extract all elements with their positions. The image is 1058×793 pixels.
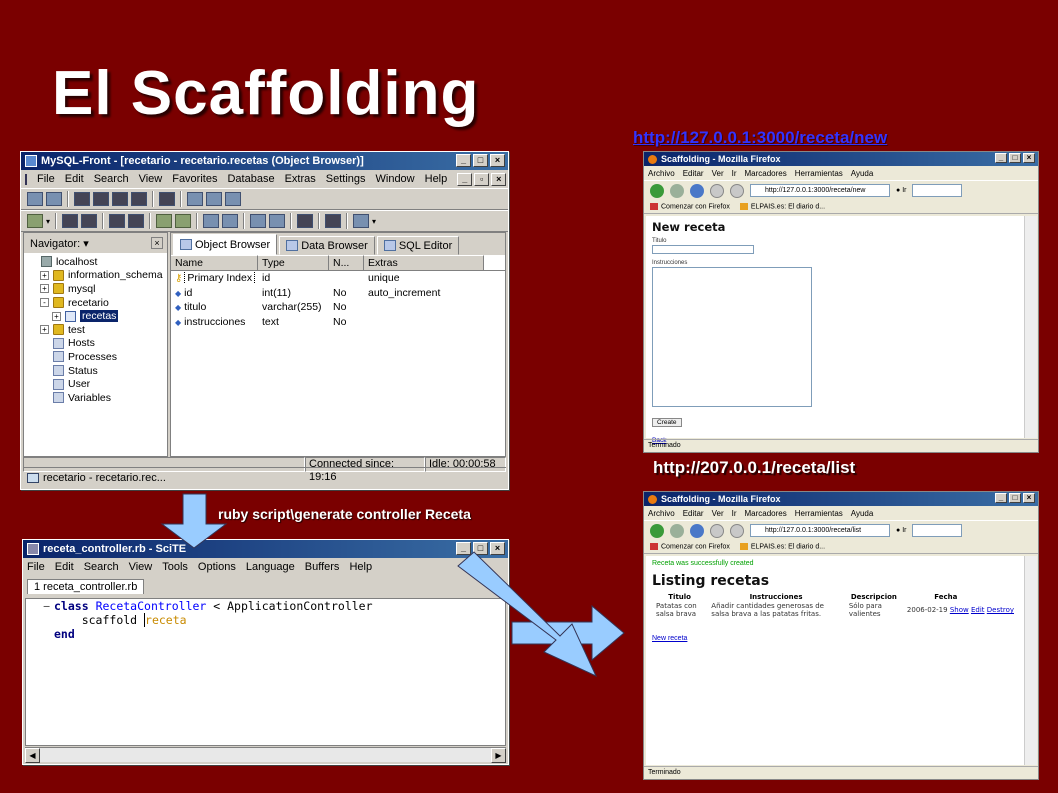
down-arrow: [160, 493, 228, 549]
diagonal-arrow: [457, 551, 598, 678]
arrows-overlay: [160, 493, 625, 678]
